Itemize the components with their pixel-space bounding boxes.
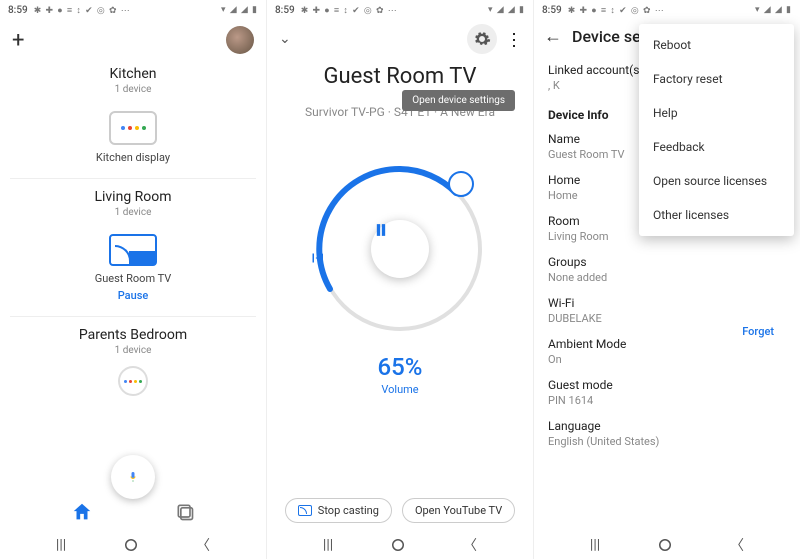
clock: 8:59 xyxy=(542,5,562,16)
menu-item-open-source[interactable]: Open source licenses xyxy=(639,164,794,198)
now-playing-title: Guest Room TV xyxy=(267,64,533,89)
home-button[interactable] xyxy=(389,536,407,554)
wifi-forget-button[interactable]: Forget xyxy=(742,325,774,338)
home-button[interactable] xyxy=(122,536,140,554)
nest-mini-icon[interactable] xyxy=(118,366,148,396)
setting-guest-mode[interactable]: Guest modePIN 1614 xyxy=(548,372,786,413)
clock: 8:59 xyxy=(275,5,295,16)
status-icons-left: ✱ ✚ ● ≡ ↕ ✔ ◎ ✿ ⋯ xyxy=(301,5,398,16)
feed-tab[interactable] xyxy=(174,501,196,523)
android-navbar: ||| 〈 xyxy=(534,531,800,559)
bottom-nav xyxy=(0,495,266,529)
smart-display-icon xyxy=(109,111,157,145)
page-title: Device set xyxy=(572,27,646,46)
device-kitchen-display[interactable]: Kitchen display xyxy=(0,111,266,164)
status-bar: 8:59 ✱ ✚ ● ≡ ↕ ✔ ◎ ✿ ⋯ ▾ ◢ ◢ ▮ xyxy=(0,0,266,20)
add-button[interactable]: + xyxy=(12,28,24,53)
cast-tv-icon xyxy=(109,234,157,266)
recents-button[interactable]: ||| xyxy=(56,537,66,553)
status-icons-right: ▾ ◢ ◢ ▮ xyxy=(221,5,258,15)
volume-dial[interactable] xyxy=(300,149,500,349)
android-navbar: ||| 〈 xyxy=(0,531,266,559)
tooltip: Open device settings xyxy=(402,90,515,111)
room-subtitle: 1 device xyxy=(0,84,266,95)
status-bar: 8:59 ✱ ✚ ● ≡ ↕ ✔ ◎ ✿ ⋯ ▾ ◢ ◢ ▮ xyxy=(267,0,533,20)
recents-button[interactable]: ||| xyxy=(323,537,333,553)
status-icons-left: ✱ ✚ ● ≡ ↕ ✔ ◎ ✿ ⋯ xyxy=(34,5,131,16)
stop-casting-button[interactable]: Stop casting xyxy=(285,498,392,523)
volume-label: Volume xyxy=(267,383,533,396)
overflow-menu: Reboot Factory reset Help Feedback Open … xyxy=(639,24,794,236)
menu-item-feedback[interactable]: Feedback xyxy=(639,130,794,164)
home-tab[interactable] xyxy=(71,501,93,523)
device-label: Guest Room TV xyxy=(95,272,172,285)
menu-item-help[interactable]: Help xyxy=(639,96,794,130)
status-icons-right: ▾ ◢ ◢ ▮ xyxy=(755,5,792,15)
volume-knob[interactable] xyxy=(448,171,474,197)
back-button[interactable]: 〈 xyxy=(196,535,210,555)
back-button[interactable]: 〈 xyxy=(463,535,477,555)
device-guest-room-tv[interactable]: Guest Room TV Pause xyxy=(0,234,266,302)
room-header-living[interactable]: Living Room 1 device xyxy=(0,183,266,220)
open-youtube-tv-button[interactable]: Open YouTube TV xyxy=(402,498,515,523)
menu-item-factory-reset[interactable]: Factory reset xyxy=(639,62,794,96)
room-header-parents[interactable]: Parents Bedroom 1 device xyxy=(0,321,266,358)
android-navbar: ||| 〈 xyxy=(267,531,533,559)
room-title: Parents Bedroom xyxy=(0,327,266,343)
home-button[interactable] xyxy=(656,536,674,554)
status-icons-left: ✱ ✚ ● ≡ ↕ ✔ ◎ ✿ ⋯ xyxy=(568,5,665,16)
status-bar: 8:59 ✱ ✚ ● ≡ ↕ ✔ ◎ ✿ ⋯ ▾ ◢ ◢ ▮ xyxy=(534,0,800,20)
setting-wifi[interactable]: Wi-Fi DUBELAKE Forget xyxy=(548,290,786,331)
pill-label: Open YouTube TV xyxy=(415,504,502,517)
back-arrow-button[interactable]: ← xyxy=(544,26,562,47)
setting-groups[interactable]: GroupsNone added xyxy=(548,249,786,290)
avatar[interactable] xyxy=(226,26,254,54)
setting-language[interactable]: LanguageEnglish (United States) xyxy=(548,413,786,454)
mic-icon xyxy=(127,468,139,486)
device-label: Kitchen display xyxy=(96,151,170,164)
device-pause-action[interactable]: Pause xyxy=(118,289,149,302)
status-icons-right: ▾ ◢ ◢ ▮ xyxy=(488,5,525,15)
back-button[interactable]: 〈 xyxy=(730,535,744,555)
pill-label: Stop casting xyxy=(318,504,379,517)
room-title: Living Room xyxy=(0,189,266,205)
collapse-chevron-icon[interactable]: ⌄ xyxy=(279,31,291,47)
settings-button[interactable] xyxy=(467,24,497,54)
voice-fab[interactable] xyxy=(111,455,155,499)
menu-item-reboot[interactable]: Reboot xyxy=(639,28,794,62)
pause-icon xyxy=(371,220,391,240)
room-title: Kitchen xyxy=(0,66,266,82)
cast-icon xyxy=(298,505,312,516)
gear-icon xyxy=(473,30,491,48)
volume-percent: 65% xyxy=(267,353,533,381)
recents-button[interactable]: ||| xyxy=(590,537,600,553)
clock: 8:59 xyxy=(8,5,28,16)
menu-item-other-licenses[interactable]: Other licenses xyxy=(639,198,794,232)
overflow-menu-button[interactable]: ⋯ xyxy=(504,31,522,47)
room-subtitle: 1 device xyxy=(0,207,266,218)
pause-button[interactable] xyxy=(371,220,429,278)
room-subtitle: 1 device xyxy=(0,345,266,356)
room-header-kitchen[interactable]: Kitchen 1 device xyxy=(0,60,266,97)
